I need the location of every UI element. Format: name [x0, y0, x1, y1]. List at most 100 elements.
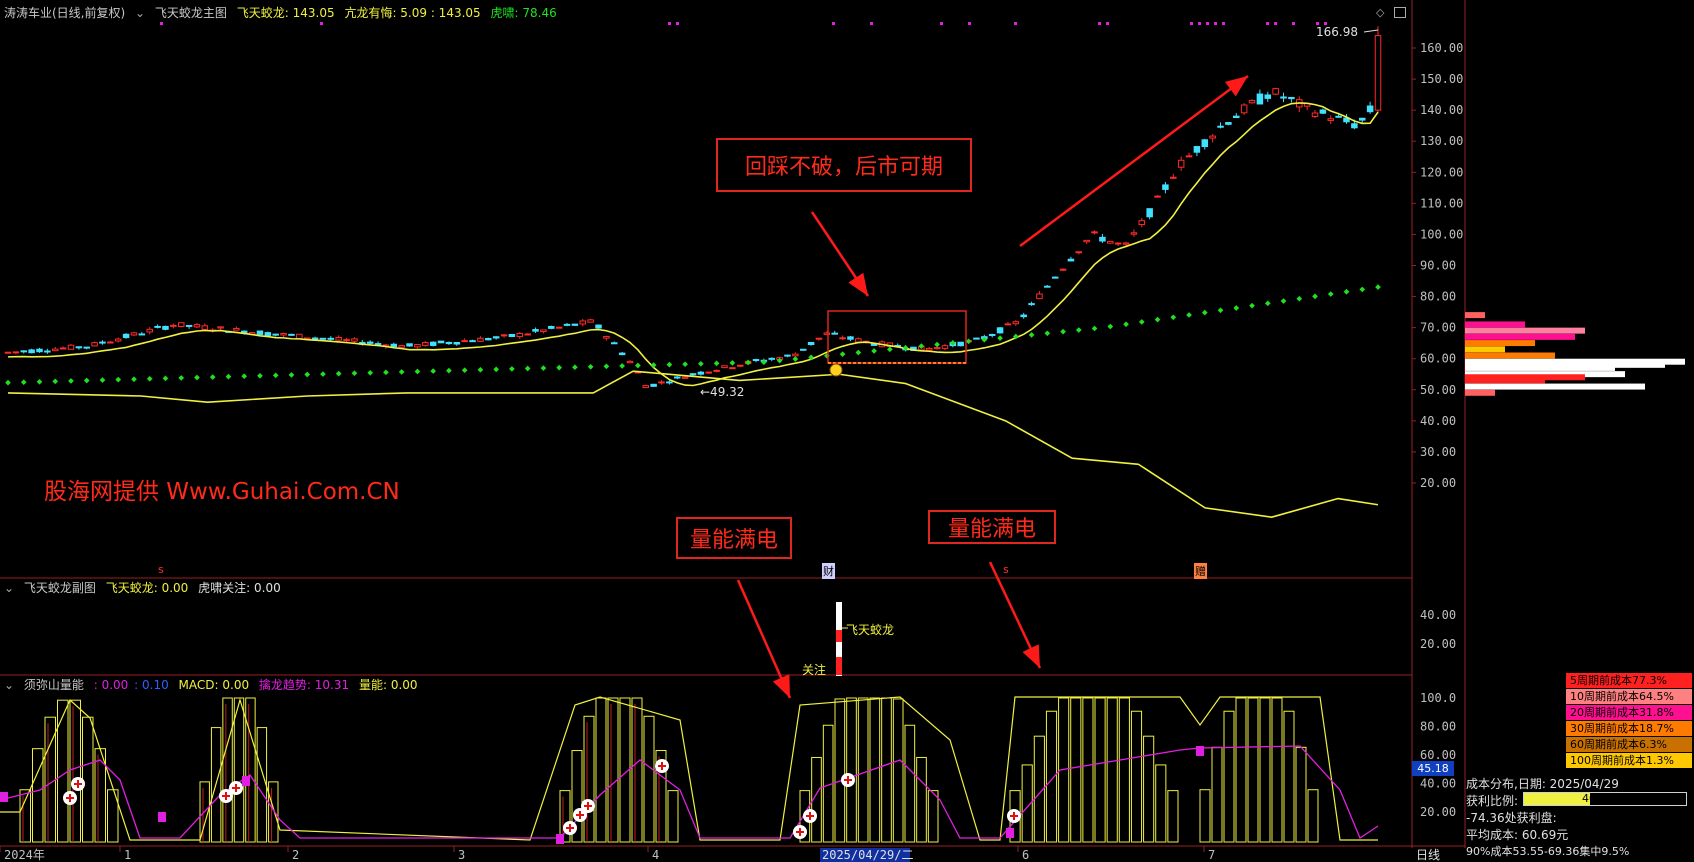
trend-dot: [1343, 288, 1350, 295]
macd-block: [242, 776, 250, 786]
trend-dot: [839, 351, 846, 357]
energy-bar: [1223, 710, 1235, 843]
candle-body: [595, 324, 602, 329]
candle-body: [1028, 303, 1035, 306]
energy-bar: [69, 699, 81, 843]
trend-dot: [619, 363, 625, 369]
candle-body: [988, 333, 996, 336]
candle-body: [264, 332, 272, 336]
candle-body: [1319, 109, 1327, 114]
indicator-name[interactable]: 飞天蛟龙主图: [155, 6, 227, 20]
arrow-pullback-head: [848, 272, 868, 296]
window-toggle-icon[interactable]: [1394, 7, 1406, 18]
candle-body: [311, 337, 319, 340]
candle-body: [1044, 285, 1051, 288]
event-marker-1[interactable]: s: [158, 563, 164, 576]
candle-body: [99, 341, 106, 344]
energy-bar: [19, 789, 31, 843]
trend-dot: [1028, 332, 1035, 338]
candle-body: [44, 350, 51, 353]
trend-dot: [257, 372, 263, 379]
candle-body: [12, 351, 20, 354]
candle-body: [366, 341, 374, 344]
candle-body: [51, 348, 59, 352]
sub2-title[interactable]: 须弥山量能: [24, 678, 84, 692]
trend-dot: [52, 378, 59, 385]
candle-body: [1280, 96, 1287, 99]
trend-dot: [871, 348, 877, 354]
trend-dot: [1327, 291, 1334, 297]
candle-body: [319, 337, 327, 340]
candle-body: [162, 325, 169, 330]
candle-body: [201, 325, 209, 330]
energy-bar: [846, 697, 857, 843]
energy-bar: [1235, 697, 1247, 843]
sub2-value-4: 擒龙趋势: 10.31: [258, 678, 350, 692]
diamond-icon[interactable]: ◇: [1376, 6, 1384, 19]
signal-dot: [1222, 22, 1225, 25]
trend-dot: [5, 379, 11, 386]
sub2-tick-label: 80.00: [1420, 720, 1456, 734]
candle-body: [815, 337, 823, 340]
chart-stage[interactable]: 160.00 150.00 140.00 130.00 120.00 110.00 100.…: [0, 0, 1694, 862]
energy-bar: [1167, 790, 1179, 843]
candle-body: [485, 338, 492, 341]
trend-dot: [524, 365, 531, 372]
cost-bin: [1465, 377, 1545, 384]
sub2-value-badge: 45.18: [1412, 761, 1454, 776]
candle-body: [177, 322, 185, 327]
gift-marker[interactable]: 赠: [1194, 563, 1207, 579]
sub1-title[interactable]: 飞天蛟龙副图: [24, 581, 96, 595]
time-label: 4: [652, 848, 659, 862]
cost-row: 100周期前成本1.3%: [1566, 753, 1692, 768]
candle-body: [1351, 123, 1358, 129]
trend-dot: [36, 378, 43, 385]
callout-pullback: 回踩不破，后市可期: [716, 138, 972, 192]
candle-body: [154, 325, 161, 328]
sub2-collapse-icon[interactable]: ⌄: [4, 678, 14, 692]
candle-body: [500, 334, 508, 337]
candle-body: [973, 337, 980, 340]
candle-body: [327, 337, 335, 340]
collapse-icon[interactable]: ⌄: [135, 6, 145, 20]
candle-body: [1170, 176, 1177, 179]
energy-bar: [631, 697, 643, 843]
cost-bin: [1465, 333, 1575, 340]
trend-dot: [131, 376, 137, 383]
indicator-value-3: 虎啸: 78.46: [490, 6, 557, 20]
candle-body: [67, 344, 75, 350]
trend-dot: [887, 346, 893, 353]
trend-dot: [351, 370, 358, 377]
candle-body: [1099, 236, 1106, 242]
signal-dot: [1214, 22, 1217, 25]
chart-canvas[interactable]: 160.00150.00140.00130.00120.00110.00100.…: [0, 0, 1694, 862]
energy-bar: [57, 699, 69, 843]
candle-body: [75, 346, 83, 349]
candle-body: [492, 336, 500, 339]
callout-energy-2: 量能满电: [928, 510, 1056, 544]
candle-body: [957, 341, 964, 347]
trend-dot: [1312, 293, 1318, 300]
energy-bar: [916, 756, 927, 843]
candle-body: [445, 341, 453, 345]
candle-body: [925, 347, 933, 351]
candle-body: [752, 359, 760, 362]
trend-dot: [1186, 312, 1192, 318]
signal-dot: [1274, 22, 1277, 25]
profit-ratio-bar: 40.6%: [1523, 792, 1687, 806]
trend-dot: [461, 367, 468, 374]
cost-range: 90%成本53.55-69.36集中9.5%: [1466, 845, 1630, 858]
arrow-uptrend: [1019, 74, 1249, 248]
trend-dot: [698, 360, 704, 367]
event-marker-2[interactable]: s: [1003, 563, 1009, 576]
price-tick-label: 30.00: [1420, 445, 1456, 459]
finance-marker[interactable]: 财: [822, 563, 835, 579]
trend-dot: [572, 364, 578, 371]
sub1-collapse-icon[interactable]: ⌄: [4, 581, 14, 595]
trend-dot: [162, 375, 169, 382]
candle-body: [792, 353, 799, 357]
candle-body: [1130, 232, 1138, 235]
energy-bar: [268, 781, 279, 843]
signal-dot: [676, 22, 679, 25]
signal-dot: [1014, 22, 1017, 25]
